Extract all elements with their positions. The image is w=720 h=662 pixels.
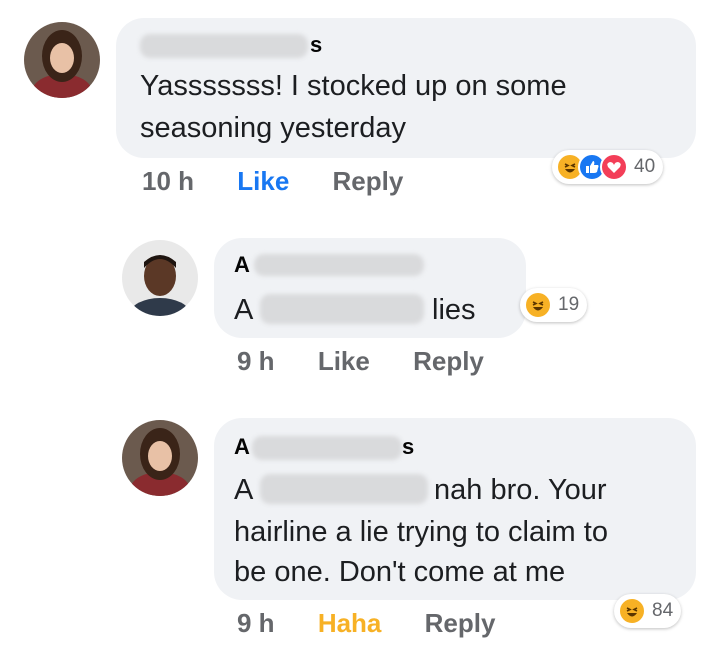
- like-button[interactable]: Like: [237, 166, 289, 196]
- commenter-name-suffix[interactable]: s: [402, 434, 414, 460]
- comment-line-2: seasoning yesterday: [140, 112, 406, 144]
- comment-line-1: Yasssssss! I stocked up on some: [140, 70, 567, 102]
- redacted-mention: [260, 294, 424, 324]
- reaction-summary[interactable]: 19: [520, 288, 588, 322]
- comment-actions: 9 h Haha Reply: [237, 608, 531, 639]
- reply-button[interactable]: Reply: [333, 166, 404, 196]
- haha-button[interactable]: Haha: [318, 608, 382, 638]
- haha-icon: [618, 597, 646, 625]
- comment-line-1: nah bro. Your: [434, 474, 607, 506]
- comment-actions: 10 h Like Reply: [142, 166, 439, 197]
- user-photo: [122, 420, 198, 496]
- reaction-count: 19: [558, 294, 580, 315]
- avatar[interactable]: [122, 240, 198, 316]
- comment-text: lies: [432, 294, 476, 326]
- reaction-count: 40: [634, 156, 656, 177]
- reply-button[interactable]: Reply: [425, 608, 496, 638]
- avatar[interactable]: [122, 420, 198, 496]
- mention-prefix[interactable]: A: [234, 290, 253, 330]
- redacted-name: [254, 254, 424, 276]
- commenter-name[interactable]: A: [234, 252, 250, 278]
- comment-line-2: hairline a lie trying to claim to: [234, 516, 608, 548]
- redacted-name: [140, 34, 308, 58]
- haha-icon: [524, 291, 552, 319]
- mention-prefix[interactable]: A: [234, 470, 253, 510]
- comment-actions: 9 h Like Reply: [237, 346, 520, 377]
- redacted-mention: [260, 474, 428, 504]
- timestamp[interactable]: 10 h: [142, 166, 194, 196]
- like-button[interactable]: Like: [318, 346, 370, 376]
- user-photo: [24, 22, 100, 98]
- reaction-summary[interactable]: 84: [614, 594, 682, 628]
- timestamp[interactable]: 9 h: [237, 608, 275, 638]
- comment-bubble: s Yasssssss! I stocked up on some season…: [116, 18, 696, 158]
- user-photo: [122, 240, 198, 316]
- reply-button[interactable]: Reply: [413, 346, 484, 376]
- redacted-name: [252, 436, 402, 460]
- commenter-name[interactable]: A: [234, 434, 250, 460]
- reaction-summary[interactable]: 40: [552, 150, 664, 184]
- love-icon: [600, 153, 628, 181]
- comment-bubble: A s A nah bro. Your hairline a lie tryin…: [214, 418, 696, 600]
- comment-line-3: be one. Don't come at me: [234, 556, 566, 588]
- timestamp[interactable]: 9 h: [237, 346, 275, 376]
- reaction-count: 84: [652, 600, 674, 621]
- comment-bubble: A A lies: [214, 238, 526, 338]
- commenter-name[interactable]: s: [310, 32, 322, 58]
- avatar[interactable]: [24, 22, 100, 98]
